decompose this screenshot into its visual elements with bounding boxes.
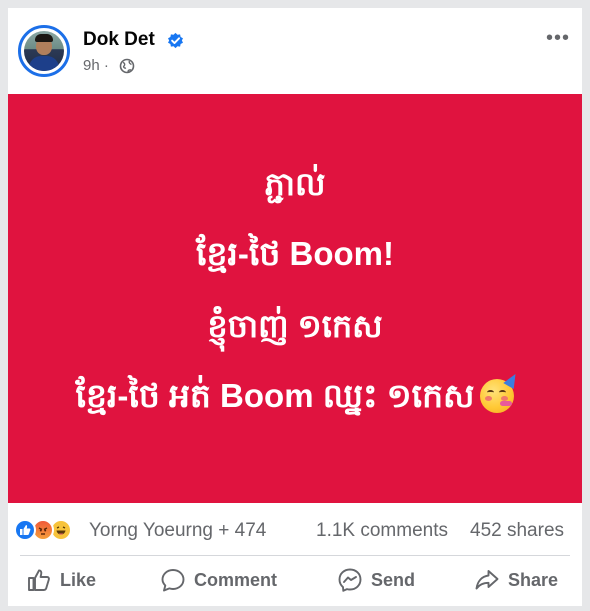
post-line-3: ខ្ញុំចាញ់ ១កេស [207,308,383,344]
share-button[interactable]: Share [474,563,558,597]
author-avatar[interactable] [18,25,70,77]
verified-badge-icon [168,32,183,49]
post-meta: 9h · [83,57,109,74]
comment-label: Comment [194,569,278,590]
share-arrow-icon [475,570,499,590]
post-line-1: ភ្ជាល់ [264,166,326,202]
post-card: Dok Det 9h · ••• ភ្ជាល់ ខ្មែរ-ថៃ Boom! ខ… [8,8,582,606]
partying-face-emoji-icon [480,370,522,413]
post-line-2: ខ្មែរ-ថៃ Boom! [196,235,394,272]
share-label: Share [508,569,559,590]
comments-count[interactable]: 1.1K comments [316,520,448,542]
meta-separator: · [103,57,109,74]
like-label: Like [60,569,97,590]
post-actions: Like Comment Send Share [8,561,582,601]
post-stats: Yorng Yoeurng + 474 1.1K comments 452 sh… [8,513,582,547]
author-name[interactable]: Dok Det [83,29,155,51]
stats-divider [20,555,570,556]
post-line-4: ខ្មែរ-ថៃ អត់ Boom ឈ្នះ ១កេស [8,370,582,424]
post-text-background: ភ្ជាល់ ខ្មែរ-ថៃ Boom! ខ្ញុំចាញ់ ១កេស ខ្ម… [8,94,582,503]
avatar-photo [24,31,64,71]
post-time[interactable]: 9h [83,57,100,74]
post-line-4-text: ខ្មែរ-ថៃ អត់ Boom ឈ្នះ ១កេស [75,377,475,414]
post-header: Dok Det 9h · ••• [8,8,582,96]
public-globe-icon [119,58,135,74]
messenger-icon [338,568,362,592]
send-label: Send [371,569,416,590]
send-button[interactable]: Send [337,563,415,597]
more-options-icon[interactable]: ••• [546,28,574,48]
reaction-names[interactable]: Yorng Yoeurng + 474 [89,520,266,542]
comment-button[interactable]: Comment [160,563,277,597]
comment-bubble-icon [161,569,185,592]
like-button[interactable]: Like [26,563,96,597]
like-reaction-icon[interactable] [14,519,36,541]
shares-count[interactable]: 452 shares [470,520,564,542]
thumbs-up-icon [28,569,50,591]
